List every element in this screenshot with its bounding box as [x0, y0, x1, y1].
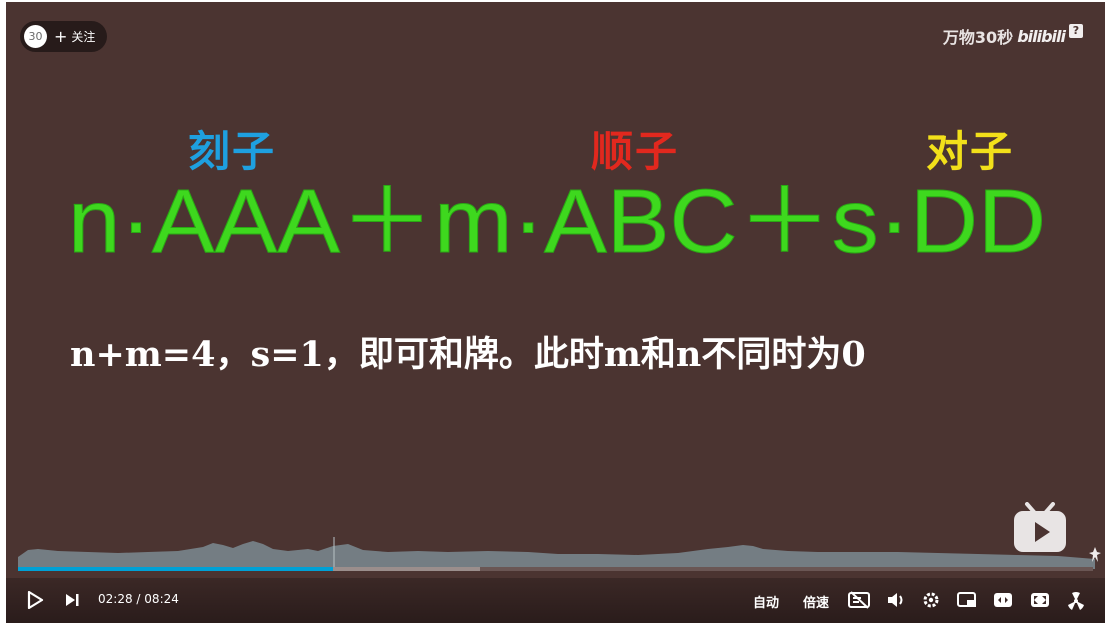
- speed-button[interactable]: 倍速: [803, 592, 829, 611]
- follow-button[interactable]: 30 + 关注: [20, 21, 107, 52]
- help-icon[interactable]: ?: [1069, 24, 1083, 38]
- bilibili-logo: bilibili: [1017, 26, 1066, 46]
- total-time: 08:24: [144, 592, 179, 606]
- uploader-avatar[interactable]: 30: [24, 25, 47, 48]
- channel-name: 万物30秒: [942, 28, 1014, 47]
- fullscreen-icon[interactable]: [1030, 591, 1050, 609]
- drag-handle-icon[interactable]: [1088, 546, 1102, 564]
- subtitle-text: n+m=4，s=1，即可和牌。此时m和n不同时为0: [70, 334, 866, 375]
- control-bar: 02:28 / 08:24 自动 倍速: [6, 578, 1105, 623]
- plus-icon: +: [54, 26, 68, 46]
- progress-bar[interactable]: [18, 567, 1093, 571]
- time-separator: /: [136, 592, 141, 606]
- video-player[interactable]: 30 + 关注 万物30秒 bilibili ? 刻子 顺子 对子 n·AAA＋…: [6, 2, 1105, 623]
- danmaku-off-icon[interactable]: [848, 591, 870, 609]
- volume-icon[interactable]: [886, 591, 906, 609]
- play-icon[interactable]: [26, 591, 44, 609]
- formula: n·AAA＋m·ABC＋s·DD: [68, 172, 1047, 273]
- heat-waveform: [18, 537, 1095, 569]
- played-bar: [18, 567, 333, 571]
- radiation-icon[interactable]: [1066, 591, 1086, 611]
- formula-text: n·AAA＋m·ABC＋s·DD: [68, 172, 1046, 272]
- autoplay-button[interactable]: 自动: [753, 592, 779, 611]
- follow-label: 关注: [71, 30, 96, 44]
- watermark: 万物30秒 bilibili ?: [943, 24, 1083, 48]
- current-time: 02:28: [98, 592, 133, 606]
- time-display: 02:28 / 08:24: [98, 592, 179, 606]
- pip-icon[interactable]: [957, 591, 977, 609]
- settings-icon[interactable]: [922, 591, 940, 609]
- widescreen-icon[interactable]: [993, 591, 1013, 609]
- next-icon[interactable]: [64, 592, 80, 608]
